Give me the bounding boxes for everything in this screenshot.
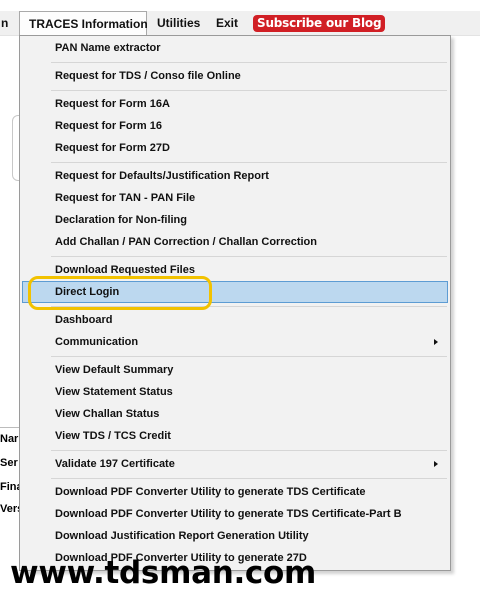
menu-item-communication[interactable]: Communication	[22, 331, 448, 353]
menu-item-download-justification-utility[interactable]: Download Justification Report Generation…	[22, 525, 448, 547]
menu-item-label: Declaration for Non-filing	[55, 214, 187, 226]
background-label-service: Ser	[0, 457, 18, 469]
menu-item-label: Request for Form 27D	[55, 142, 170, 154]
menu-item-request-tds-conso[interactable]: Request for TDS / Conso file Online	[22, 65, 448, 87]
menu-item-request-form-16a[interactable]: Request for Form 16A	[22, 93, 448, 115]
submenu-arrow-icon	[434, 339, 438, 345]
menu-separator	[51, 306, 447, 307]
traces-dropdown-menu: PAN Name extractor Request for TDS / Con…	[19, 35, 451, 571]
menu-item-label: Validate 197 Certificate	[55, 458, 175, 470]
menu-item-label: Direct Login	[55, 286, 120, 298]
subscribe-blog-button[interactable]: Subscribe our Blog	[253, 15, 386, 32]
menu-item-challan-correction[interactable]: Add Challan / PAN Correction / Challan C…	[22, 231, 448, 253]
menu-item-download-pdf-converter-tds[interactable]: Download PDF Converter Utility to genera…	[22, 481, 448, 503]
menu-item-label: Request for TAN - PAN File	[55, 192, 196, 204]
menu-item-request-defaults-report[interactable]: Request for Defaults/Justification Repor…	[22, 165, 448, 187]
menu-item-label: View Statement Status	[55, 386, 173, 398]
menu-item-label: Download Requested Files	[55, 264, 195, 276]
menu-separator	[51, 356, 447, 357]
menu-item-label: Request for Defaults/Justification Repor…	[55, 170, 269, 182]
menu-item-view-tds-tcs-credit[interactable]: View TDS / TCS Credit	[22, 425, 448, 447]
menu-traces-information[interactable]: TRACES Information	[19, 11, 148, 36]
menu-item-label: View Default Summary	[55, 364, 174, 376]
menu-item-label: Request for Form 16	[55, 120, 162, 132]
menu-exit[interactable]: Exit	[216, 11, 238, 35]
menu-item-label: View Challan Status	[55, 408, 160, 420]
background-right-area	[452, 36, 480, 591]
menu-item-label: Request for TDS / Conso file Online	[55, 70, 241, 82]
menu-item-view-default-summary[interactable]: View Default Summary	[22, 359, 448, 381]
menu-item-label: Add Challan / PAN Correction / Challan C…	[55, 236, 317, 248]
screen: Nar Ser Fina Vers n TRACES Information U…	[0, 0, 480, 591]
submenu-arrow-icon	[434, 461, 438, 467]
menu-separator	[51, 478, 447, 479]
menu-item-label: Dashboard	[55, 314, 113, 326]
menu-item-direct-login[interactable]: Direct Login	[22, 281, 448, 303]
menu-item-label: Download PDF Converter Utility to genera…	[55, 508, 402, 520]
menu-separator	[51, 62, 447, 63]
menu-item-request-form-27d[interactable]: Request for Form 27D	[22, 137, 448, 159]
menu-item-view-statement-status[interactable]: View Statement Status	[22, 381, 448, 403]
menu-item-download-pdf-converter-part-b[interactable]: Download PDF Converter Utility to genera…	[22, 503, 448, 525]
menu-item-label: Communication	[55, 336, 139, 348]
watermark-text: www.tdsman.com	[10, 555, 317, 591]
background-label-name: Nar	[0, 433, 19, 445]
menu-item-label: Request for Form 16A	[55, 98, 170, 110]
menu-separator	[51, 450, 447, 451]
menu-item-cut-off[interactable]: n	[1, 11, 8, 35]
menu-item-validate-197-certificate[interactable]: Validate 197 Certificate	[22, 453, 448, 475]
menu-item-label: Download Justification Report Generation…	[55, 530, 309, 542]
menu-item-request-form-16[interactable]: Request for Form 16	[22, 115, 448, 137]
menu-item-view-challan-status[interactable]: View Challan Status	[22, 403, 448, 425]
menu-item-dashboard[interactable]: Dashboard	[22, 309, 448, 331]
menu-bar: n TRACES Information Utilities Exit Subs…	[0, 11, 480, 36]
menu-item-request-tan-pan-file[interactable]: Request for TAN - PAN File	[22, 187, 448, 209]
menu-utilities[interactable]: Utilities	[157, 11, 200, 35]
menu-item-declaration-non-filing[interactable]: Declaration for Non-filing	[22, 209, 448, 231]
menu-separator	[51, 256, 447, 257]
menu-item-download-requested-files[interactable]: Download Requested Files	[22, 259, 448, 281]
menu-item-label: PAN Name extractor	[55, 42, 161, 54]
menu-item-label: Download PDF Converter Utility to genera…	[55, 486, 366, 498]
menu-separator	[51, 162, 447, 163]
menu-item-pan-name-extractor[interactable]: PAN Name extractor	[22, 37, 448, 59]
menu-item-label: View TDS / TCS Credit	[55, 430, 171, 442]
menu-separator	[51, 90, 447, 91]
